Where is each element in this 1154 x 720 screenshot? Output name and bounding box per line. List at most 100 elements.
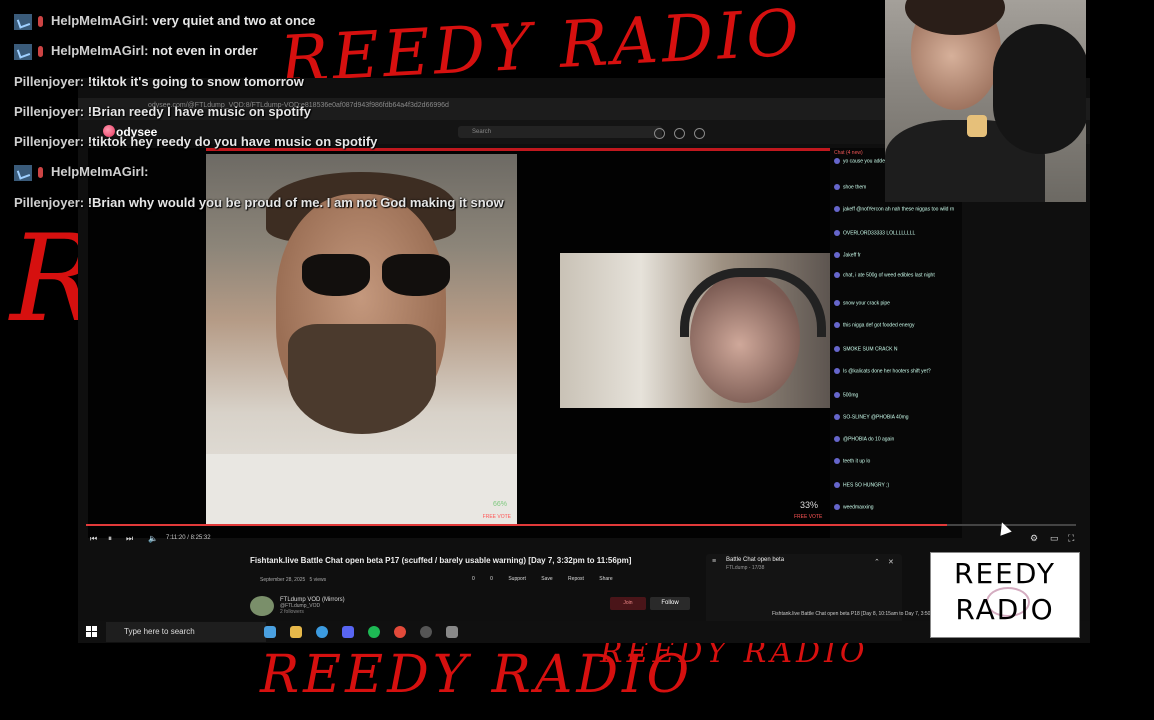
taskbar-search-input[interactable]: Type here to search xyxy=(106,622,266,642)
windows-pane xyxy=(92,632,97,637)
dislike-button[interactable]: 0 xyxy=(490,576,493,582)
windows-pane xyxy=(86,626,91,631)
user-icon xyxy=(834,482,840,488)
video-actions: 0 0 Support Save Repost Share xyxy=(472,576,627,582)
upload-icon[interactable] xyxy=(654,128,665,139)
chat-message: SMOKE SUM CRACK N xyxy=(843,346,898,353)
like-button[interactable]: 0 xyxy=(472,576,475,582)
chat-username: Pillenjoyer: xyxy=(14,195,85,210)
playlist-title[interactable]: Battle Chat open beta xyxy=(726,557,784,563)
spotify-icon[interactable] xyxy=(368,626,380,638)
mic-icon xyxy=(38,46,43,58)
chat-row: SO-SLINEY @PHOBIA 40mg xyxy=(834,414,909,420)
webcam-feed xyxy=(885,0,1086,202)
chat-message: weedmaxxing xyxy=(843,504,874,511)
vote-percent-right: 33% xyxy=(800,500,819,510)
seek-progress xyxy=(86,524,948,526)
chat-username: HelpMeImAGirl: xyxy=(51,164,149,179)
chat-row: OVERLORD33333 LOLLLLLLLL xyxy=(834,230,915,236)
chrome-icon[interactable] xyxy=(264,626,276,638)
chrome-icon[interactable] xyxy=(394,626,406,638)
overlay-chat-line: Pillenjoyer: !Brian reedy I have music o… xyxy=(14,104,311,119)
microphone xyxy=(993,24,1086,154)
chat-username: Pillenjoyer: xyxy=(14,134,85,149)
chat-message: shoe them xyxy=(843,184,867,191)
vote-label-left[interactable]: FREE VOTE xyxy=(483,514,511,520)
chat-row: Jakeff fr xyxy=(834,252,861,258)
chat-row: snow your crack pipe xyxy=(834,300,890,306)
chat-message: snow your crack pipe xyxy=(843,300,890,307)
support-button[interactable]: Support xyxy=(508,576,526,582)
video-meta: September 28, 2025 5 views xyxy=(260,577,326,583)
chat-row: jakeff @notYercon ah nah these niggas to… xyxy=(834,206,954,212)
chat-row: Is @kalicats done her hooters shift yet? xyxy=(834,368,931,374)
headphones xyxy=(680,268,826,337)
pause-icon[interactable]: ⏸ xyxy=(108,534,112,544)
user-icon xyxy=(834,230,840,236)
chat-row: yo cause you added xyxy=(834,158,888,164)
search-input[interactable]: Search xyxy=(458,126,662,138)
share-button[interactable]: Share xyxy=(599,576,612,582)
chat-message: !Brian reedy I have music on spotify xyxy=(87,104,311,119)
chat-username: Pillenjoyer: xyxy=(14,104,85,119)
view-count: 5 views xyxy=(309,577,327,583)
overlay-chat-line: HelpMeImAGirl: not even in order xyxy=(14,43,258,60)
logo-line-1: REEDY xyxy=(954,557,1056,590)
previous-icon[interactable]: ⏮ xyxy=(90,534,97,544)
follow-button[interactable]: Follow xyxy=(650,597,690,610)
join-button[interactable]: Join xyxy=(610,597,646,610)
telegram-icon[interactable] xyxy=(316,626,328,638)
logo-line-2: RADIO xyxy=(955,593,1055,626)
next-icon[interactable]: ⏭ xyxy=(126,534,133,544)
shirt xyxy=(206,454,517,524)
beard xyxy=(288,324,436,434)
windows-pane xyxy=(86,632,91,637)
playlist-subtitle: FTLdump - 17/38 xyxy=(726,565,765,571)
overlay-chat-line: Pillenjoyer: !tiktok hey reedy do you ha… xyxy=(14,134,377,149)
close-icon[interactable]: ✕ xyxy=(888,558,894,566)
settings-icon[interactable] xyxy=(420,626,432,638)
chat-message: Is @kalicats done her hooters shift yet? xyxy=(843,368,931,375)
sunglasses-right xyxy=(382,254,450,296)
video-date: September 28, 2025 xyxy=(260,577,306,583)
channel-avatar[interactable] xyxy=(250,596,274,616)
chat-message: SO-SLINEY @PHOBIA 40mg xyxy=(843,414,909,421)
video-title: Fishtank.live Battle Chat open beta P17 … xyxy=(250,556,632,565)
chat-row: shoe them xyxy=(834,184,866,190)
vote-percent-left: 66% xyxy=(492,501,507,508)
file-explorer-icon[interactable] xyxy=(290,626,302,638)
chat-message: Jakeff fr xyxy=(843,252,861,259)
collapse-icon[interactable]: ⌃ xyxy=(874,558,880,566)
user-icon xyxy=(834,458,840,464)
playlist-item[interactable]: Fishtank.live Battle Chat open beta P18 … xyxy=(772,611,939,617)
chat-username: HelpMeImAGirl: xyxy=(51,43,149,58)
mic-icon xyxy=(38,167,43,179)
chat-message: !tiktok hey reedy do you have music on s… xyxy=(87,134,378,149)
vote-label-right[interactable]: FREE VOTE xyxy=(794,514,822,520)
windows-icon[interactable] xyxy=(86,626,97,637)
user-icon xyxy=(834,300,840,306)
settings-icon[interactable]: ⚙ xyxy=(1030,533,1038,544)
second-stream-video xyxy=(560,253,830,408)
playlist-icon: ≡ xyxy=(712,558,717,565)
theater-icon[interactable]: ▭ xyxy=(1050,533,1059,544)
save-button[interactable]: Save xyxy=(541,576,552,582)
user-icon xyxy=(834,414,840,420)
chat-row: HES SO HUNGRY ;) xyxy=(834,482,889,488)
account-icon[interactable] xyxy=(694,128,705,139)
user-icon xyxy=(834,184,840,190)
chat-message: yo cause you added xyxy=(843,158,888,165)
discord-icon[interactable] xyxy=(342,626,354,638)
repost-button[interactable]: Repost xyxy=(568,576,584,582)
notifications-icon[interactable] xyxy=(674,128,685,139)
overlay-chat-line: HelpMeImAGirl: xyxy=(14,164,149,181)
fullscreen-icon[interactable]: ⛶ xyxy=(1068,533,1074,544)
time-display: 7:11:20 / 8:25:32 xyxy=(166,535,211,541)
app-icon[interactable] xyxy=(446,626,458,638)
necklace xyxy=(967,115,987,137)
chat-row: @PHOBIA do 10 again xyxy=(834,436,894,442)
chat-row: chat, i ate 500g of weed edibles last ni… xyxy=(834,272,935,278)
seek-bar[interactable] xyxy=(86,524,1076,526)
volume-icon[interactable]: 🔈 xyxy=(148,534,158,543)
chat-row: this nigga def got fooded energy xyxy=(834,322,914,328)
